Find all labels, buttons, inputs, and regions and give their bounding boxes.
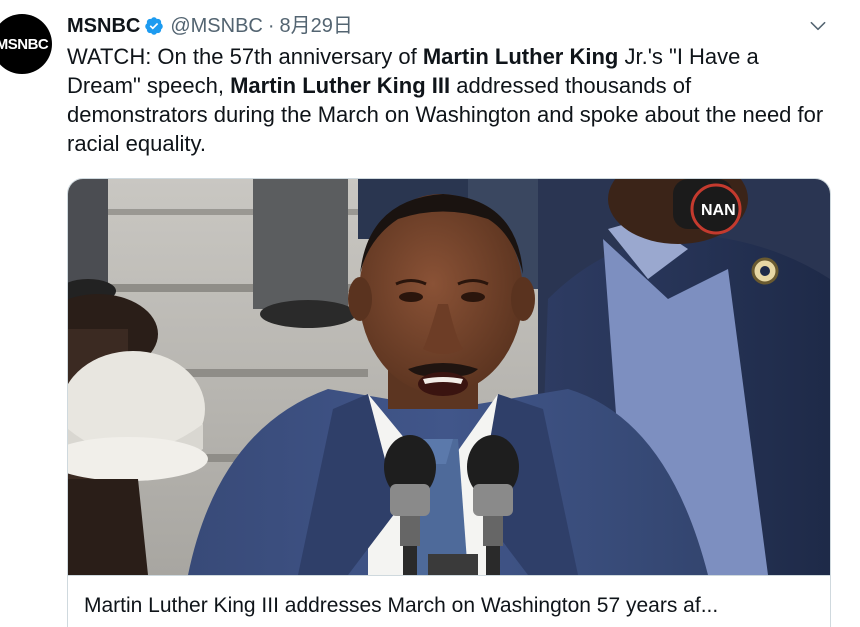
link-card[interactable]: NAN Martin Luther King III addresses Mar… [67,178,831,627]
tweet[interactable]: MSNBC MSNBC @MSNBC · 8月29日 WATCH: On the… [0,0,860,627]
tweet-text-part: WATCH: On the 57th anniversary of [67,44,423,69]
nan-badge-text: NAN [701,202,736,219]
mention-martin-luther-king-iii: Martin Luther King III [230,73,451,98]
avatar-label: MSNBC [0,35,49,53]
tweet-header: MSNBC @MSNBC · 8月29日 [67,13,353,39]
tweet-text: WATCH: On the 57th anniversary of Martin… [67,42,837,158]
card-image[interactable]: NAN [68,179,830,575]
verified-badge-icon [144,16,164,36]
separator-dot: · [267,15,275,37]
handle[interactable]: @MSNBC [170,13,263,39]
card-divider [68,575,830,576]
chevron-down-icon[interactable] [806,14,830,38]
display-name[interactable]: MSNBC [67,13,140,39]
card-title[interactable]: Martin Luther King III addresses March o… [84,593,824,619]
tweet-date[interactable]: 8月29日 [280,13,353,39]
avatar[interactable]: MSNBC [0,14,52,74]
mention-martin-luther-king: Martin Luther King [422,44,619,69]
